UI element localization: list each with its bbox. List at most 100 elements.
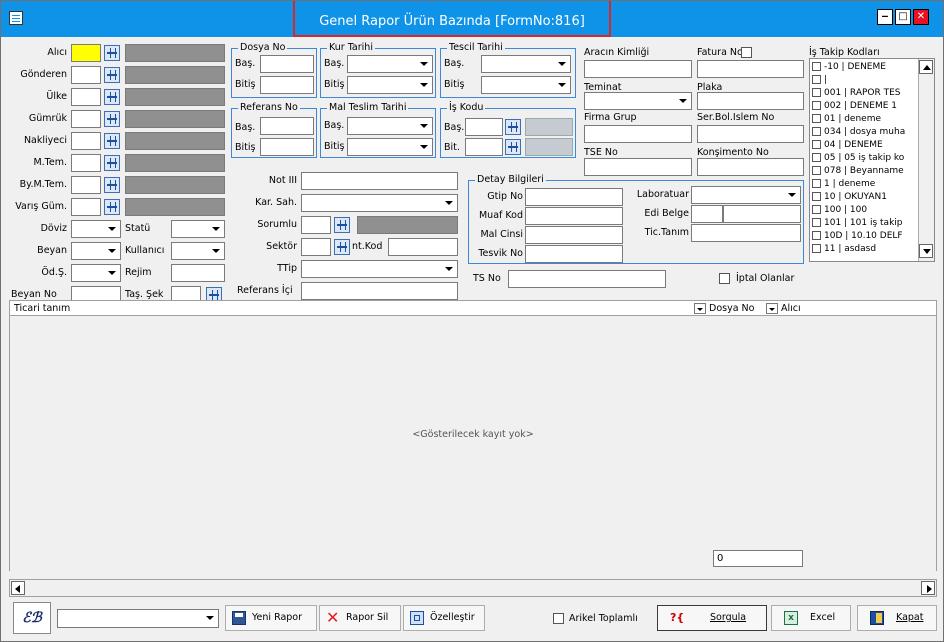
- kur-bitis-date[interactable]: [347, 76, 433, 94]
- is-takip-item[interactable]: 078 | Beyanname: [812, 165, 922, 177]
- is-takip-item[interactable]: 1 | deneme: [812, 178, 922, 190]
- is-takip-checkbox[interactable]: [812, 62, 821, 71]
- is-takip-item[interactable]: 05 | 05 iş takip ko: [812, 152, 922, 164]
- sorgula-button[interactable]: ?{ Sorgula: [657, 605, 767, 631]
- is-takip-item[interactable]: 034 | dosya muha: [812, 126, 922, 138]
- is-kodu-bit-input[interactable]: [465, 138, 503, 156]
- tescil-bitis-date[interactable]: [481, 76, 571, 94]
- gumruk-input[interactable]: [71, 110, 101, 128]
- scroll-right-icon[interactable]: [921, 581, 935, 595]
- yeni-rapor-button[interactable]: Yeni Rapor: [225, 605, 317, 631]
- konsimento-input[interactable]: [697, 158, 804, 176]
- is-takip-checkbox[interactable]: [812, 192, 821, 201]
- arac-input[interactable]: [584, 60, 692, 78]
- varis-lookup-icon[interactable]: [104, 199, 120, 215]
- gumruk-lookup-icon[interactable]: [104, 111, 120, 127]
- is-takip-checkbox[interactable]: [812, 140, 821, 149]
- plaka-input[interactable]: [697, 92, 804, 110]
- is-takip-item[interactable]: |: [812, 74, 922, 86]
- close-button[interactable]: ✕: [913, 9, 929, 25]
- minimize-button[interactable]: ‒: [877, 9, 893, 25]
- alici-filter-icon[interactable]: [766, 303, 778, 314]
- tescil-bas-date[interactable]: [481, 55, 571, 73]
- col-dosya-no[interactable]: Dosya No: [709, 302, 754, 316]
- edibelge-input[interactable]: [691, 205, 723, 223]
- odsek-select[interactable]: [71, 264, 121, 282]
- alici-lookup-icon[interactable]: [104, 45, 120, 61]
- is-takip-checkbox[interactable]: [812, 244, 821, 253]
- is-takip-scrollbar[interactable]: [918, 59, 934, 261]
- sorumlu-input[interactable]: [301, 216, 331, 234]
- tesvik-input[interactable]: [525, 245, 623, 263]
- scroll-left-icon[interactable]: [11, 581, 25, 595]
- ttip-select[interactable]: [301, 260, 458, 278]
- rapor-sil-button[interactable]: ✕ Rapor Sil: [319, 605, 401, 631]
- is-takip-checkbox[interactable]: [812, 205, 821, 214]
- excel-button[interactable]: x Excel: [771, 605, 851, 631]
- maximize-button[interactable]: □: [895, 9, 911, 25]
- sorumlu-lookup-icon[interactable]: [334, 217, 350, 233]
- is-takip-item[interactable]: -10 | DENEME: [812, 61, 922, 73]
- col-ticari-tanim[interactable]: Ticari tanım: [14, 302, 70, 316]
- app-icon[interactable]: [9, 11, 23, 25]
- refici-input[interactable]: [301, 282, 458, 300]
- dosya-filter-icon[interactable]: [694, 303, 706, 314]
- is-takip-checkbox[interactable]: [812, 179, 821, 188]
- intkod-input[interactable]: [388, 238, 458, 256]
- horizontal-scrollbar[interactable]: [9, 579, 937, 597]
- muaf-input[interactable]: [525, 207, 623, 225]
- mal-bas-date[interactable]: [347, 117, 433, 135]
- gtip-input[interactable]: [525, 188, 623, 206]
- is-kodu-bit-lookup-icon[interactable]: [505, 139, 521, 155]
- is-takip-checkbox[interactable]: [812, 166, 821, 175]
- gonderen-input[interactable]: [71, 66, 101, 84]
- dosya-bitis-input[interactable]: [260, 76, 314, 94]
- is-takip-item[interactable]: 11 | asdasd: [812, 243, 922, 255]
- iptal-checkbox[interactable]: [719, 273, 730, 284]
- ulke-lookup-icon[interactable]: [104, 89, 120, 105]
- varis-input[interactable]: [71, 198, 101, 216]
- is-takip-item[interactable]: 04 | DENEME: [812, 139, 922, 151]
- is-takip-checkbox[interactable]: [812, 127, 821, 136]
- referans-bitis-input[interactable]: [260, 138, 314, 156]
- is-takip-checkbox[interactable]: [812, 231, 821, 240]
- alici-input[interactable]: [71, 44, 101, 62]
- referans-bas-input[interactable]: [260, 117, 314, 135]
- artikel-checkbox[interactable]: [553, 613, 564, 624]
- mtem-lookup-icon[interactable]: [104, 155, 120, 171]
- firmagrup-input[interactable]: [584, 125, 692, 143]
- gonderen-lookup-icon[interactable]: [104, 67, 120, 83]
- kapat-button[interactable]: Kapat: [857, 605, 937, 631]
- beyan-select[interactable]: [71, 242, 121, 260]
- ozellestir-button[interactable]: Özelleştir: [403, 605, 485, 631]
- is-takip-item[interactable]: 10D | 10.10 DELF: [812, 230, 922, 242]
- ulke-input[interactable]: [71, 88, 101, 106]
- fatura-checkbox[interactable]: [741, 47, 752, 58]
- malcinsi-input[interactable]: [525, 226, 623, 244]
- serbol-input[interactable]: [697, 125, 804, 143]
- sektor-input[interactable]: [301, 238, 331, 256]
- scroll-down-icon[interactable]: [919, 244, 933, 258]
- doviz-select[interactable]: [71, 220, 121, 238]
- edibelge-desc[interactable]: [723, 205, 801, 223]
- is-takip-checkbox[interactable]: [812, 153, 821, 162]
- col-alici[interactable]: Alıcı: [781, 302, 801, 316]
- bymtem-lookup-icon[interactable]: [104, 177, 120, 193]
- is-kodu-bas-lookup-icon[interactable]: [505, 119, 521, 135]
- is-takip-list[interactable]: -10 | DENEME | 001 | RAPOR TES 002 | DENEME…: [809, 58, 935, 262]
- is-takip-item[interactable]: 101 | 101 iş takip: [812, 217, 922, 229]
- statu-select[interactable]: [171, 220, 225, 238]
- is-takip-item[interactable]: 01 | deneme: [812, 113, 922, 125]
- laboratuar-select[interactable]: [691, 186, 801, 204]
- sektor-lookup-icon[interactable]: [334, 239, 350, 255]
- mtem-input[interactable]: [71, 154, 101, 172]
- kur-bas-date[interactable]: [347, 55, 433, 73]
- fatura-input[interactable]: [697, 60, 804, 78]
- tsno-input[interactable]: [508, 270, 666, 288]
- is-takip-item[interactable]: 100 | 100: [812, 204, 922, 216]
- tse-input[interactable]: [584, 158, 692, 176]
- kullanici-select[interactable]: [171, 242, 225, 260]
- report-select[interactable]: [57, 609, 219, 628]
- not3-input[interactable]: [301, 172, 458, 190]
- is-takip-checkbox[interactable]: [812, 114, 821, 123]
